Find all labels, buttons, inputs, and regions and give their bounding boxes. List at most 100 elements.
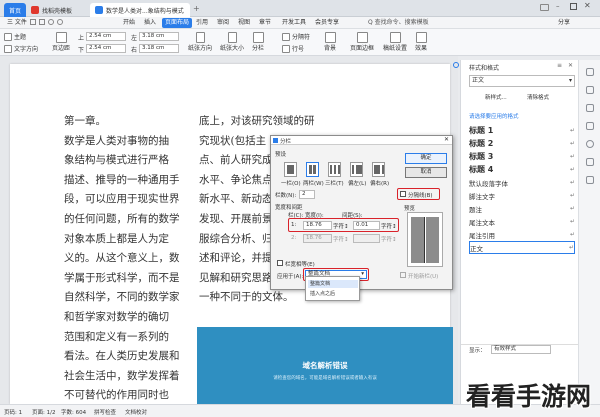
style-item[interactable]: 脚注文字 ↵: [469, 189, 575, 202]
preset-right[interactable]: [372, 162, 385, 177]
equal-width-label: 栏宽相等(E): [285, 262, 315, 268]
paper-size-button[interactable]: 纸张大小: [220, 32, 244, 52]
menu-page-layout[interactable]: 页面布局: [162, 18, 193, 28]
orientation-button[interactable]: 纸张方向: [188, 32, 212, 52]
ok-button[interactable]: 确定: [405, 153, 447, 164]
show-filter-select[interactable]: 有效样式: [491, 345, 551, 354]
ai-icon[interactable]: [586, 122, 594, 130]
preset-one-column[interactable]: [284, 162, 297, 177]
undo-icon[interactable]: [48, 19, 54, 25]
redo-icon[interactable]: [57, 19, 63, 25]
text-column-left[interactable]: 第一章。 数学是人类对事物的抽 象结构与模式进行严格 描述、推导的一种通用手 段，可以应…: [64, 112, 180, 406]
panel-menu-icon[interactable]: ≡: [557, 62, 562, 69]
new-tab-icon[interactable]: +: [193, 4, 200, 13]
style-item-label: 标题 3: [469, 152, 494, 161]
save-icon[interactable]: [30, 19, 36, 25]
right-margin-label: 右: [131, 47, 138, 54]
apply-option-after[interactable]: 插入点之后: [308, 290, 358, 298]
width-spacing-label: 宽度和间距: [275, 205, 303, 211]
line-number-button[interactable]: 行号: [282, 44, 304, 53]
maximize-icon[interactable]: [570, 3, 577, 10]
background-button[interactable]: 背景: [324, 32, 336, 52]
new-column-checkbox[interactable]: [400, 272, 406, 278]
status-doc-check[interactable]: 文档校对: [125, 408, 147, 416]
menu-file[interactable]: 三 文件: [4, 18, 30, 28]
location-icon[interactable]: [453, 62, 459, 68]
style-item-label: 标题 1: [469, 126, 494, 135]
location-icon[interactable]: [586, 140, 594, 148]
status-word-count[interactable]: 字数: 604: [61, 408, 86, 416]
preset-right-label: 偏右(R): [370, 181, 390, 187]
tab-document[interactable]: 数学是人类对...象结构与模式: [90, 3, 190, 17]
menu-member[interactable]: 会员专享: [312, 18, 342, 28]
columns-button[interactable]: 分栏: [252, 32, 264, 52]
row2-width-field[interactable]: 18.76: [303, 234, 332, 243]
apply-option-whole[interactable]: 整篇文档: [308, 280, 358, 288]
style-item[interactable]: 尾注文本 ↵: [469, 215, 575, 228]
menu-chapter[interactable]: 章节: [256, 18, 274, 28]
share-button[interactable]: 分享: [555, 18, 573, 28]
property-icon[interactable]: [586, 104, 594, 112]
style-item[interactable]: 标题 3 ↵: [469, 150, 575, 163]
style-item[interactable]: 标题 2 ↵: [469, 137, 575, 150]
menu-review[interactable]: 审阅: [214, 18, 232, 28]
page-border-button[interactable]: 页面边框: [350, 32, 374, 52]
status-spell-check[interactable]: 拼写检查: [94, 408, 116, 416]
share-icon[interactable]: [586, 158, 594, 166]
command-search[interactable]: Q 查找命令、搜索模板: [365, 18, 432, 28]
left-column-line: 对象本质上都是人为定: [64, 232, 169, 245]
current-style-value: 正文: [472, 77, 485, 84]
text-direction-button[interactable]: 文字方向: [4, 44, 38, 53]
preset-left[interactable]: [350, 162, 363, 177]
close-icon[interactable]: ✕: [584, 1, 591, 10]
current-style-field[interactable]: 正文 ▾: [469, 75, 575, 87]
preview-column-1: [411, 217, 424, 263]
style-item[interactable]: 标题 1 ↵: [469, 124, 575, 137]
minimize-icon[interactable]: –: [556, 2, 560, 10]
top-margin-field[interactable]: 2.54 cm: [86, 32, 126, 41]
left-margin-field[interactable]: 3.18 cm: [139, 32, 179, 41]
bottom-margin-field[interactable]: 2.54 cm: [86, 44, 126, 53]
panel-close-icon[interactable]: ✕: [568, 62, 573, 69]
new-style-button[interactable]: 新样式...: [485, 93, 507, 101]
row2-spacing-field[interactable]: [353, 234, 380, 243]
menu-developer[interactable]: 开发工具: [279, 18, 309, 28]
style-icon[interactable]: [586, 86, 594, 94]
right-margin-field[interactable]: 3.18 cm: [139, 44, 179, 53]
columns-count-field[interactable]: 2: [299, 190, 315, 199]
separator-button[interactable]: 分隔符: [282, 32, 310, 41]
tab-template[interactable]: 找稻壳模板: [26, 3, 88, 17]
print-icon[interactable]: [39, 19, 45, 25]
effects-icon: [415, 32, 427, 43]
menu-references[interactable]: 引用: [193, 18, 211, 28]
style-item[interactable]: 题注 ↵: [469, 202, 575, 215]
background-icon: [324, 32, 336, 43]
preset-three-columns[interactable]: [328, 162, 341, 177]
left-column-line: 描述、推导的一种通用手: [64, 173, 180, 186]
select-icon[interactable]: [586, 68, 594, 76]
style-item[interactable]: 正文 ↵: [469, 241, 575, 254]
draft-grid-button[interactable]: 稿纸设置: [383, 32, 407, 52]
style-item[interactable]: 标题 4 ↵: [469, 163, 575, 176]
style-item[interactable]: 尾注引用 ↵: [469, 228, 575, 241]
dialog-close-icon[interactable]: ✕: [444, 136, 449, 143]
apply-to-dropdown: 整篇文档 插入点之后: [305, 276, 360, 301]
left-column-icon: [352, 165, 354, 174]
left-column-line: 的任何问题，所有的数学: [64, 212, 180, 225]
cancel-button[interactable]: 取消: [405, 167, 447, 178]
preset-two-columns[interactable]: [306, 162, 319, 177]
paper-size-icon: [227, 32, 237, 43]
help-icon[interactable]: [586, 176, 594, 184]
effects-button[interactable]: 效果: [415, 32, 427, 52]
theme-button[interactable]: 主题: [4, 32, 26, 41]
menu-start[interactable]: 开始: [120, 18, 138, 28]
menu-insert[interactable]: 插入: [141, 18, 159, 28]
margins-button[interactable]: 页边距: [52, 32, 70, 52]
menu-view[interactable]: 视图: [235, 18, 253, 28]
style-item[interactable]: 默认段落字体 ↵: [469, 176, 575, 189]
tab-home[interactable]: 首页: [4, 3, 27, 17]
style-item-label: 尾注引用: [469, 231, 495, 240]
equal-width-checkbox[interactable]: [277, 260, 283, 266]
window-layout-icon[interactable]: [540, 4, 549, 11]
clear-format-button[interactable]: 清除格式: [527, 93, 549, 101]
